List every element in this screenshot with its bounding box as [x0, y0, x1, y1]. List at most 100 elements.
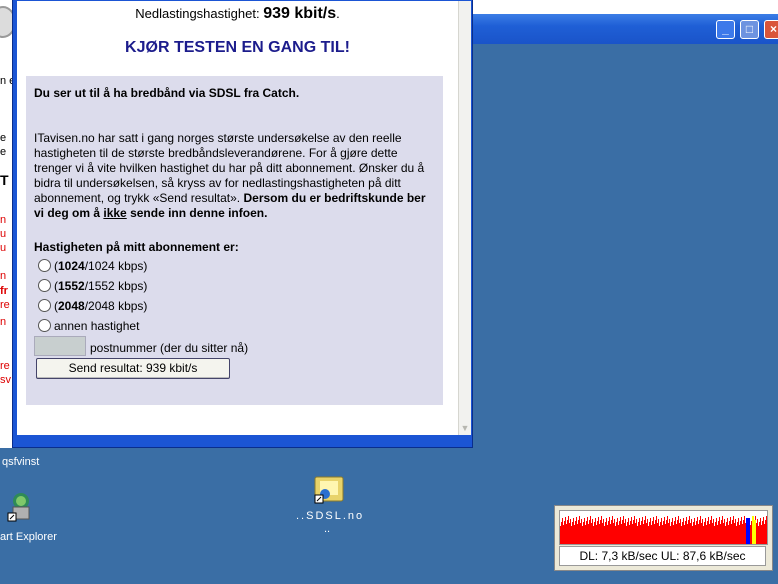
graph-bar: [614, 519, 615, 544]
graph-bar: [574, 525, 575, 544]
scroll-down-icon[interactable]: ▼: [459, 421, 471, 435]
folder-shortcut-icon[interactable]: [314, 474, 346, 509]
left-fragment: fr: [0, 285, 8, 297]
graph-bar: [671, 522, 672, 544]
graph-bar: [739, 525, 740, 544]
graph-bar: [595, 518, 596, 544]
graph-bar: [651, 525, 652, 544]
graph-bar: [766, 516, 767, 544]
graph-bar: [664, 517, 665, 544]
graph-bar: [729, 521, 730, 544]
graph-bar: [563, 525, 564, 544]
speed-value: 939 kbit/s: [263, 5, 337, 22]
graph-bar: [580, 523, 581, 544]
graph-bar: [634, 516, 635, 544]
graph-bar: [570, 519, 571, 544]
graph-bar: [605, 522, 606, 544]
graph-bar: [660, 522, 661, 544]
graph-bar: [737, 522, 738, 544]
graph-bar: [726, 522, 727, 544]
postcode-label: postnummer (der du sitter nå): [90, 341, 249, 355]
graph-bar: [715, 522, 716, 544]
speed-option-other[interactable]: annen hastighet: [38, 319, 139, 333]
maximize-button[interactable]: □: [740, 20, 759, 39]
graph-bar: [638, 522, 639, 544]
graph-bar: [720, 524, 721, 544]
graph-bar: [591, 523, 592, 544]
graph-bar: [585, 525, 586, 544]
graph-bar: [682, 522, 683, 544]
graph-bar: [707, 521, 708, 544]
network-meter-widget[interactable]: DL: 7,3 kB/sec UL: 87,6 kB/sec: [554, 505, 773, 571]
radio-button[interactable]: [38, 299, 51, 312]
traffic-readout: DL: 7,3 kB/sec UL: 87,6 kB/sec: [559, 546, 766, 566]
graph-bar: [696, 521, 697, 544]
speed-result: Nedlastingshastighet: 939 kbit/s.: [17, 5, 458, 23]
graph-bar: [662, 525, 663, 544]
graph-bar: [624, 523, 625, 544]
graph-bar: [652, 521, 653, 544]
graph-bar: [716, 518, 717, 544]
graph-bar: [656, 516, 657, 544]
left-fragment: u: [0, 228, 7, 240]
graph-peak-bar: [752, 516, 754, 544]
graph-bar: [732, 520, 733, 544]
graph-bar: [727, 518, 728, 544]
graph-bar: [639, 518, 640, 544]
close-button[interactable]: ×: [764, 20, 778, 39]
left-fragment: n: [0, 316, 7, 328]
radio-button[interactable]: [38, 259, 51, 272]
graph-bar: [761, 525, 762, 544]
radio-button[interactable]: [38, 279, 51, 292]
graph-bar: [702, 519, 703, 544]
background-window-menubar: [470, 0, 778, 15]
speed-option-1024[interactable]: (1024/1024 kbps): [38, 259, 147, 273]
graph-bar: [640, 525, 641, 544]
graph-bar: [743, 520, 744, 544]
graph-bar: [593, 526, 594, 544]
graph-bar: [632, 524, 633, 544]
internet-explorer-icon[interactable]: [7, 491, 37, 530]
graph-bar: [608, 521, 609, 544]
desktop-label-ie[interactable]: art Explorer: [0, 531, 57, 543]
retest-link[interactable]: KJØR TESTEN EN GANG TIL!: [17, 39, 458, 57]
graph-bar: [711, 516, 712, 544]
graph-bar: [684, 525, 685, 544]
graph-bar: [566, 524, 567, 544]
minimize-button[interactable]: _: [716, 20, 735, 39]
graph-bar: [604, 526, 605, 544]
graph-bar: [693, 522, 694, 544]
graph-bar: [603, 519, 604, 544]
graph-bar: [721, 520, 722, 544]
desktop-label-sdsl[interactable]: ..SDSL.no: [296, 510, 364, 522]
left-fragment: u: [0, 242, 7, 254]
graph-bar: [666, 520, 667, 544]
vertical-scrollbar[interactable]: ▼: [458, 1, 471, 435]
graph-bar: [764, 524, 765, 544]
speed-option-1552[interactable]: (1552/1552 kbps): [38, 279, 147, 293]
traffic-graph: [559, 510, 768, 545]
graph-bar: [678, 516, 679, 544]
graph-bar: [757, 519, 758, 544]
graph-bar: [644, 520, 645, 544]
graph-bar: [623, 516, 624, 544]
minimize-icon: _: [722, 22, 729, 36]
survey-text-underlined: ikke: [103, 206, 127, 220]
send-result-button[interactable]: Send resultat: 939 kbit/s: [36, 358, 230, 379]
graph-bar: [587, 517, 588, 544]
graph-bar: [708, 517, 709, 544]
speed-option-2048[interactable]: (2048/2048 kbps): [38, 299, 147, 313]
graph-bar: [657, 523, 658, 544]
radio-button[interactable]: [38, 319, 51, 332]
graph-bar: [648, 526, 649, 544]
graph-peak-bar: [748, 518, 750, 544]
postcode-input[interactable]: [34, 336, 86, 356]
graph-bar: [596, 525, 597, 544]
graph-bar: [600, 520, 601, 544]
graph-bar: [687, 524, 688, 544]
graph-bar: [560, 526, 561, 544]
graph-bar: [751, 521, 752, 544]
graph-bar: [655, 520, 656, 544]
survey-panel: Du ser ut til å ha bredbånd via SDSL fra…: [26, 76, 443, 405]
desktop-label-qsfvinst[interactable]: qsfvinst: [2, 456, 39, 468]
